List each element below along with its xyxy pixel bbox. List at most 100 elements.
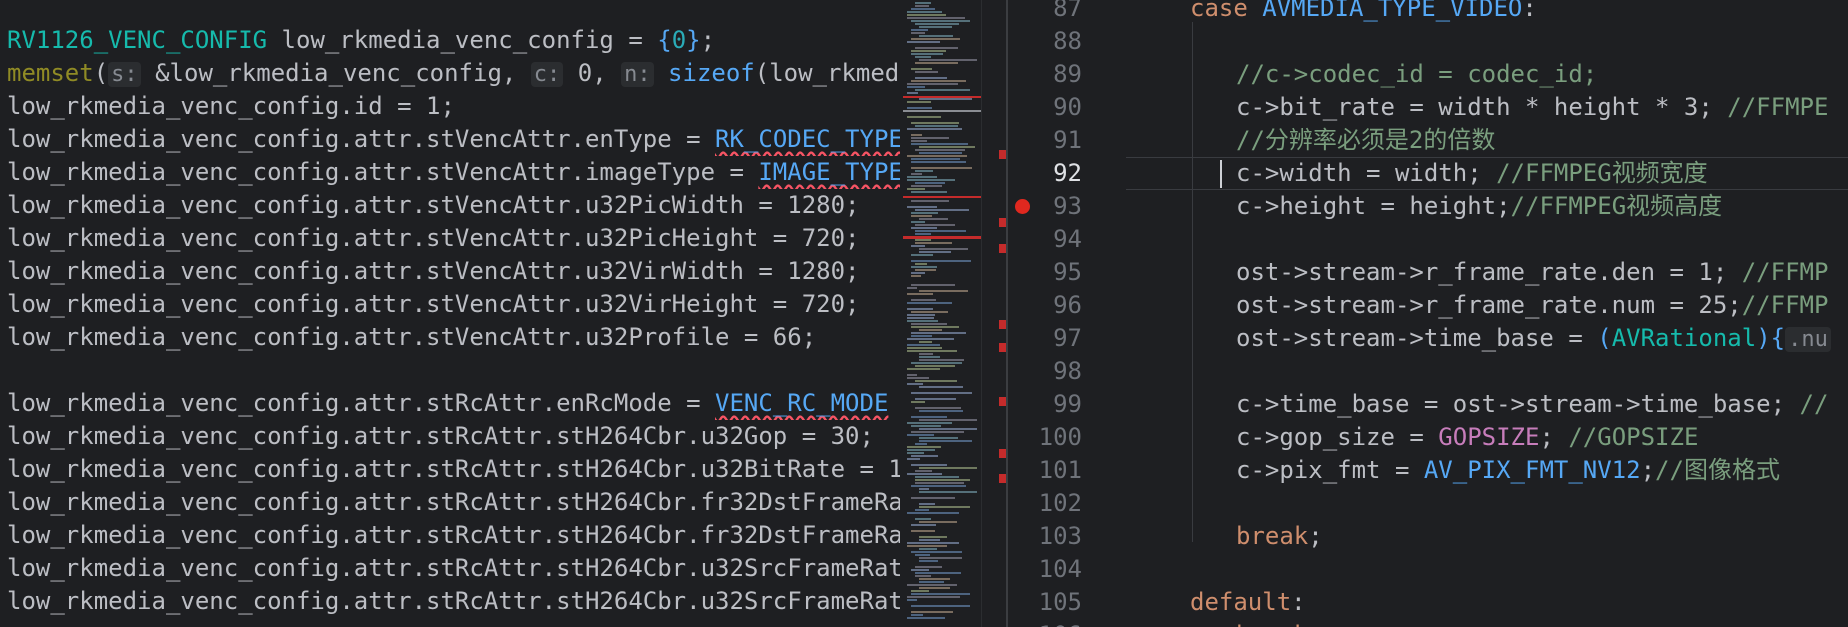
- line-number[interactable]: 106: [1008, 619, 1082, 627]
- code-line[interactable]: RV1126_VENC_CONFIG low_rkmedia_venc_conf…: [7, 24, 900, 57]
- minimap-line: [919, 488, 929, 490]
- code-line[interactable]: ost->stream->r_frame_rate.num = 25;//FFM…: [1236, 289, 1828, 322]
- minimap-line: [911, 416, 947, 418]
- minimap-line: [919, 437, 958, 439]
- minimap-preview[interactable]: [903, 0, 981, 627]
- error-stripe-marker[interactable]: [999, 343, 1006, 352]
- code-line[interactable]: c->gop_size = GOPSIZE; //GOPSIZE: [1236, 421, 1698, 454]
- code-comment: //FFMP: [1741, 258, 1829, 286]
- code-line[interactable]: low_rkmedia_venc_config.attr.stVencAttr.…: [7, 189, 900, 222]
- code-line[interactable]: c->height = height;//FFMPEG视频高度: [1236, 190, 1722, 223]
- line-number[interactable]: 98: [1008, 355, 1082, 388]
- code-token: RV1126_VENC_CONFIG: [7, 26, 268, 54]
- code-line[interactable]: low_rkmedia_venc_config.attr.stRcAttr.st…: [7, 585, 900, 618]
- line-number[interactable]: 92: [1008, 157, 1082, 190]
- code-line[interactable]: low_rkmedia_venc_config.attr.stVencAttr.…: [7, 222, 900, 255]
- line-number[interactable]: 101: [1008, 454, 1082, 487]
- breakpoint-icon[interactable]: [1015, 199, 1030, 214]
- minimap-line: [907, 317, 934, 319]
- minimap-line: [915, 398, 956, 400]
- code-line[interactable]: c->bit_rate = width * height * 3; //FFMP…: [1236, 91, 1828, 124]
- code-line[interactable]: c->pix_fmt = AV_PIX_FMT_NV12;//图像格式: [1236, 454, 1780, 487]
- code-line[interactable]: low_rkmedia_venc_config.attr.stVencAttr.…: [7, 255, 900, 288]
- line-number[interactable]: 97: [1008, 322, 1082, 355]
- minimap-line: [911, 272, 925, 274]
- minimap-line: [907, 116, 941, 118]
- minimap-line: [907, 599, 917, 601]
- code-line[interactable]: low_rkmedia_venc_config.attr.stRcAttr.st…: [7, 519, 900, 552]
- code-line[interactable]: low_rkmedia_venc_config.attr.stRcAttr.en…: [7, 387, 900, 420]
- error-stripe-marker[interactable]: [999, 474, 1006, 483]
- code-line[interactable]: ost->stream->time_base = (AVRational){.n…: [1236, 322, 1831, 355]
- minimap[interactable]: [903, 0, 981, 627]
- minimap-line: [915, 233, 931, 235]
- code-line[interactable]: low_rkmedia_venc_config.attr.stVencAttr.…: [7, 288, 900, 321]
- code-line[interactable]: ost->stream->r_frame_rate.den = 1; //FFM…: [1236, 256, 1828, 289]
- minimap-line: [919, 440, 972, 442]
- line-number[interactable]: 102: [1008, 487, 1082, 520]
- code-line[interactable]: break;: [1236, 619, 1323, 627]
- minimap-line: [919, 290, 968, 292]
- line-number-gutter[interactable]: 87 88 89 90 91 92 93 94 95 96 97 98 99 100 101 102 103 10…: [1008, 0, 1126, 627]
- code-line[interactable]: low_rkmedia_venc_config.attr.stRcAttr.st…: [7, 420, 900, 453]
- line-number[interactable]: 99: [1008, 388, 1082, 421]
- line-number[interactable]: 89: [1008, 58, 1082, 91]
- minimap-line: [911, 605, 970, 607]
- code-line[interactable]: c->width = width; //FFMPEG视频宽度: [1236, 157, 1708, 190]
- code-line[interactable]: low_rkmedia_venc_config.attr.stRcAttr.st…: [7, 453, 900, 486]
- minimap-line: [907, 155, 967, 157]
- code-line[interactable]: //c->codec_id = codec_id;: [1236, 58, 1597, 91]
- minimap-line: [907, 368, 940, 370]
- left-editor-scrollbar[interactable]: [981, 0, 1007, 627]
- code-line[interactable]: memset(s: &low_rkmedia_venc_config, c: 0…: [7, 57, 900, 90]
- error-stripe-marker[interactable]: [999, 449, 1006, 458]
- error-stripe-marker[interactable]: [999, 320, 1006, 329]
- line-number[interactable]: 88: [1008, 25, 1082, 58]
- code-comment: //: [1799, 390, 1829, 418]
- minimap-line: [911, 464, 947, 466]
- line-number[interactable]: 104: [1008, 553, 1082, 586]
- code-line[interactable]: default:: [1190, 586, 1306, 619]
- line-number[interactable]: 105: [1008, 586, 1082, 619]
- minimap-line: [907, 92, 918, 94]
- minimap-line: [911, 215, 932, 217]
- right-code-area[interactable]: case AVMEDIA_TYPE_VIDEO: //c->codec_id = …: [1126, 0, 1848, 627]
- code-line[interactable]: case AVMEDIA_TYPE_VIDEO:: [1190, 0, 1537, 25]
- code-line[interactable]: [7, 354, 900, 387]
- minimap-line: [911, 173, 922, 175]
- error-stripe-marker[interactable]: [999, 244, 1006, 253]
- left-editor-pane[interactable]: RV1126_VENC_CONFIG low_rkmedia_venc_conf…: [0, 0, 900, 627]
- minimap-error-marker: [903, 196, 981, 198]
- minimap-line: [907, 512, 959, 514]
- code-line[interactable]: break;: [1236, 520, 1323, 553]
- code-line[interactable]: low_rkmedia_venc_config.attr.stVencAttr.…: [7, 156, 900, 189]
- line-number[interactable]: 96: [1008, 289, 1082, 322]
- line-number[interactable]: 87: [1008, 0, 1082, 25]
- code-line[interactable]: low_rkmedia_venc_config.attr.stVencAttr.…: [7, 123, 900, 156]
- line-number[interactable]: 95: [1008, 256, 1082, 289]
- code-token: 0: [671, 26, 687, 54]
- minimap-line: [911, 200, 949, 202]
- error-stripe-marker[interactable]: [999, 397, 1006, 406]
- code-line[interactable]: low_rkmedia_venc_config.id = 1;: [7, 90, 900, 123]
- minimap-line: [919, 467, 977, 469]
- right-editor-pane[interactable]: 87 88 89 90 91 92 93 94 95 96 97 98 99 100 101 102 103 10…: [1008, 0, 1848, 627]
- line-number[interactable]: 90: [1008, 91, 1082, 124]
- line-number[interactable]: 94: [1008, 223, 1082, 256]
- left-code-area[interactable]: RV1126_VENC_CONFIG low_rkmedia_venc_conf…: [0, 0, 900, 627]
- minimap-line: [907, 347, 942, 349]
- code-token: AVRational: [1611, 324, 1757, 352]
- minimap-line: [911, 140, 927, 142]
- code-line[interactable]: //分辨率必须是2的倍数: [1236, 124, 1495, 157]
- line-number[interactable]: 91: [1008, 124, 1082, 157]
- code-line[interactable]: c->time_base = ost->stream->time_base; /…: [1236, 388, 1828, 421]
- line-number[interactable]: 103: [1008, 520, 1082, 553]
- error-stripe-marker[interactable]: [999, 150, 1006, 159]
- error-stripe-marker[interactable]: [999, 218, 1006, 227]
- minimap-line: [907, 434, 934, 436]
- minimap-viewport-marker[interactable]: [903, 110, 981, 112]
- code-line[interactable]: low_rkmedia_venc_config.attr.stRcAttr.st…: [7, 486, 900, 519]
- line-number[interactable]: 100: [1008, 421, 1082, 454]
- code-line[interactable]: low_rkmedia_venc_config.attr.stVencAttr.…: [7, 321, 900, 354]
- code-line[interactable]: low_rkmedia_venc_config.attr.stRcAttr.st…: [7, 552, 900, 585]
